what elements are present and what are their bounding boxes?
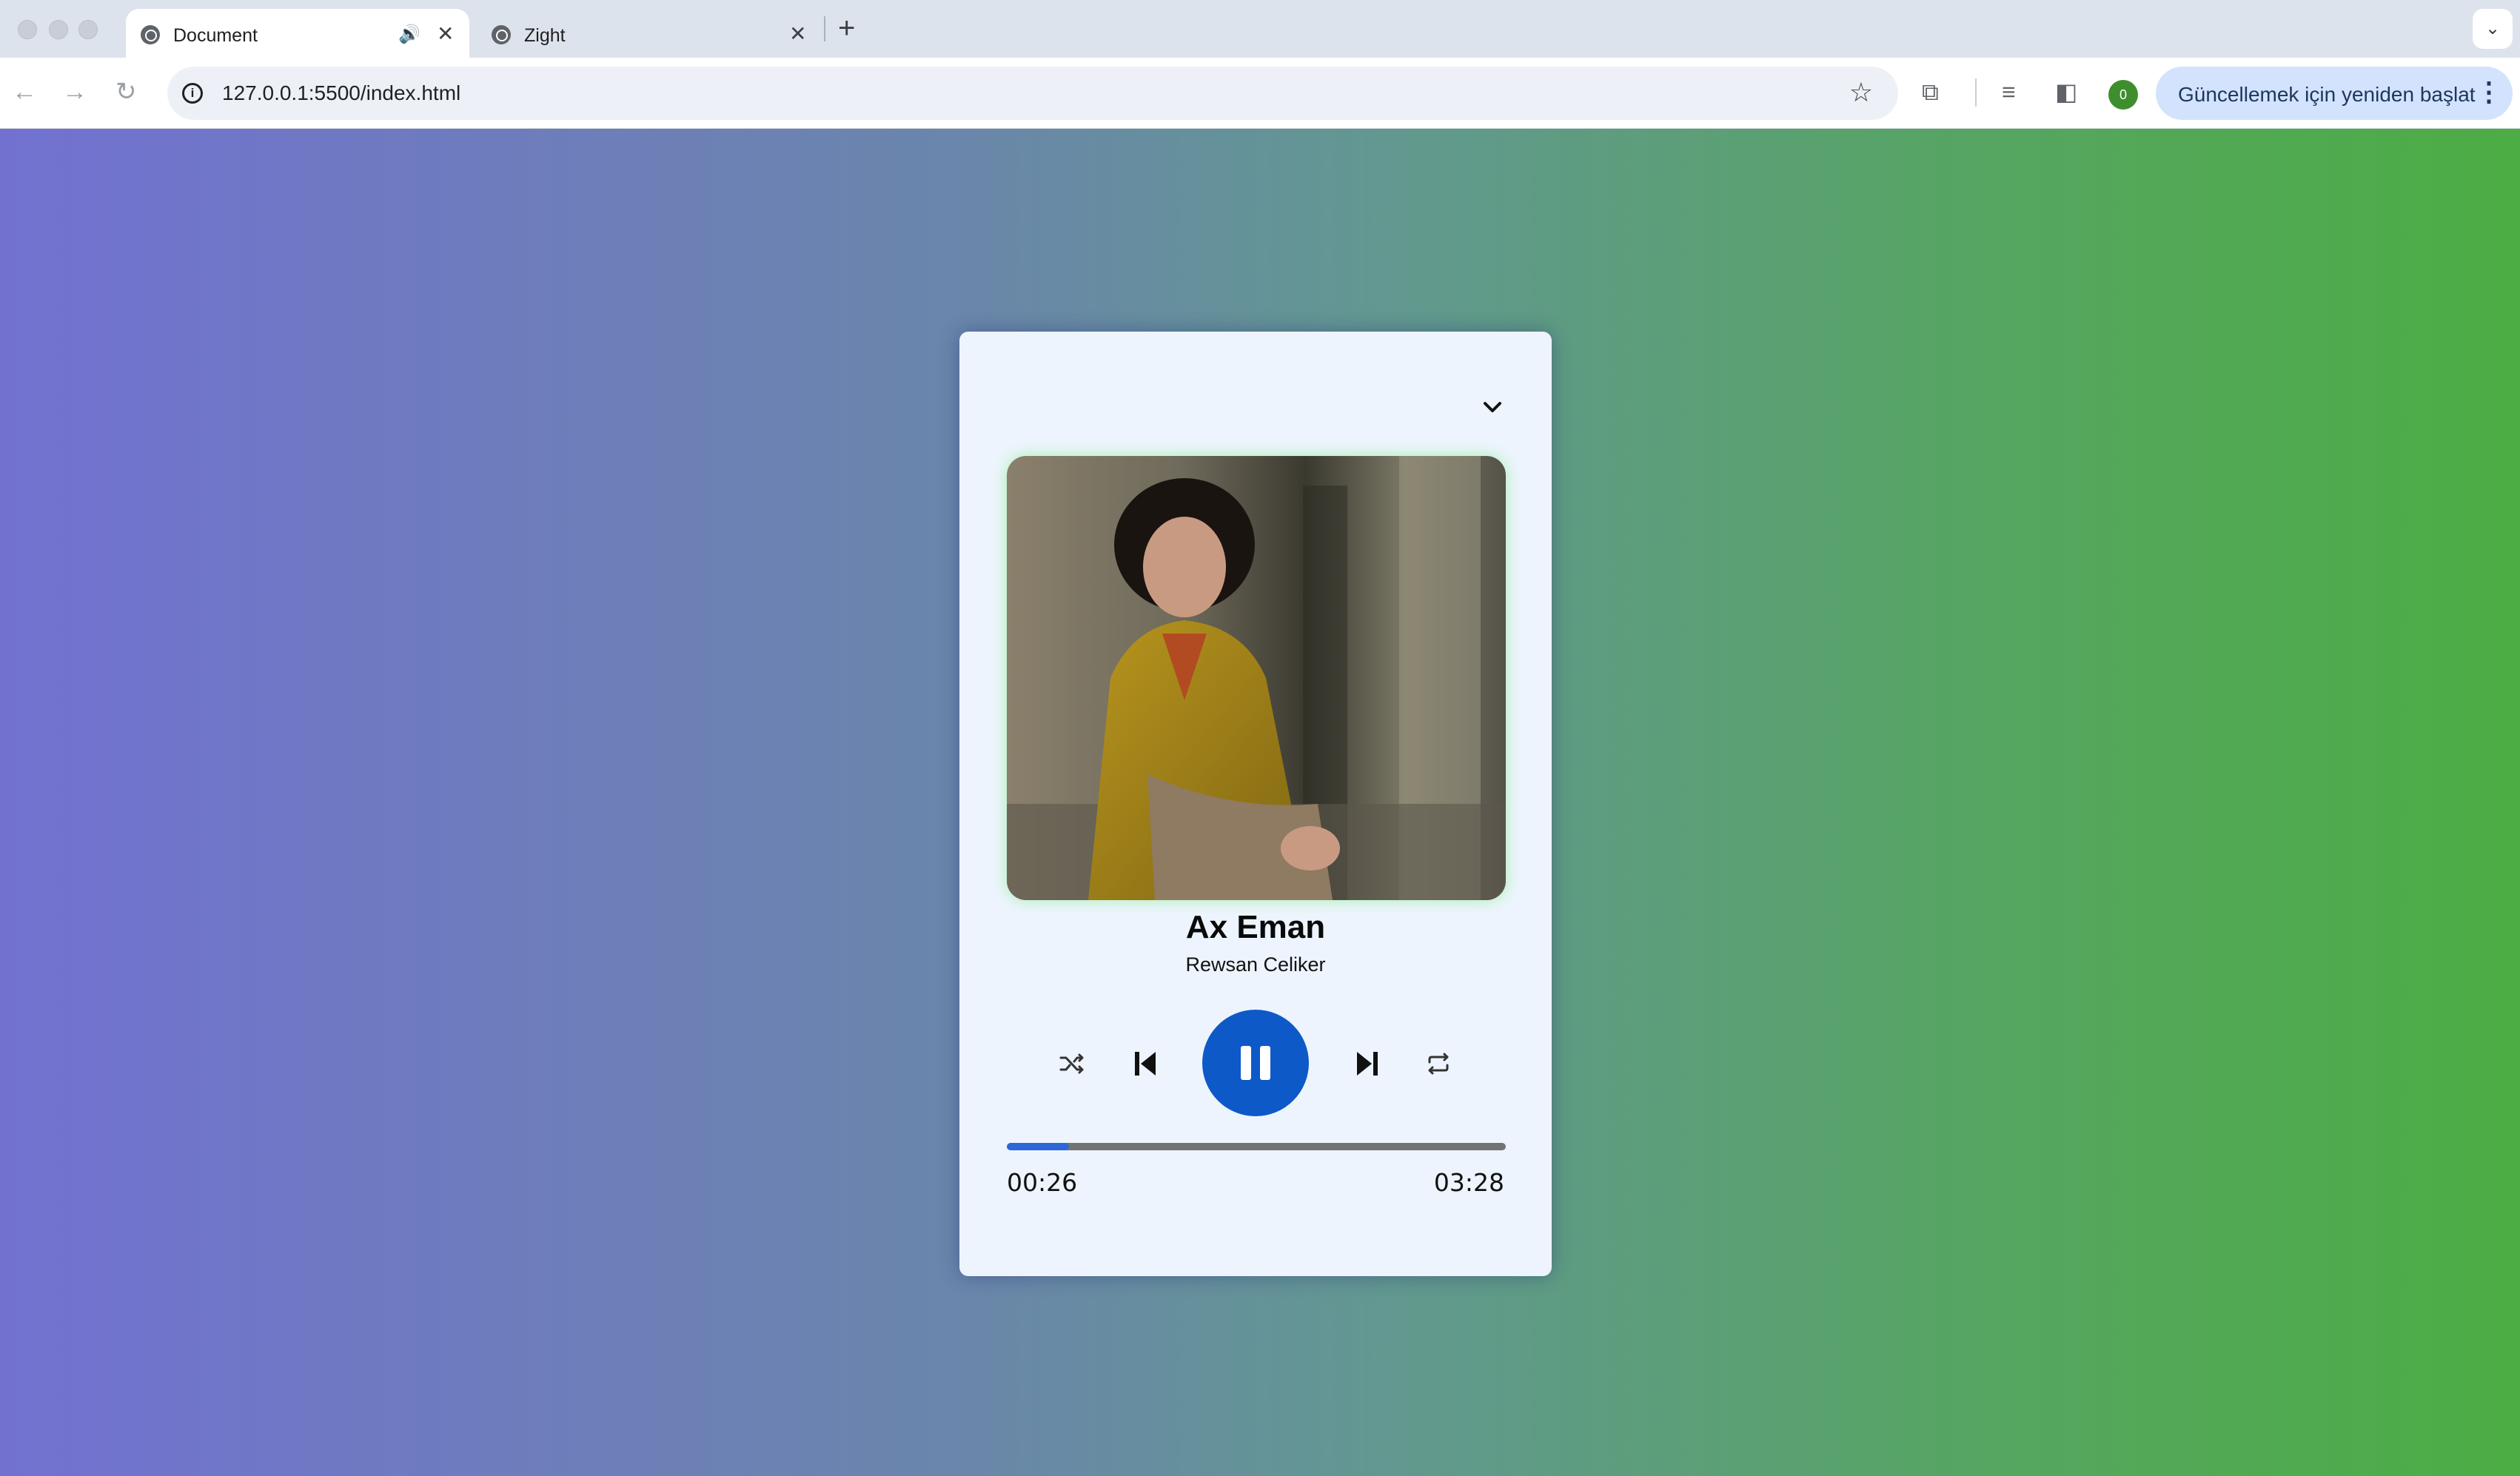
- shuffle-icon[interactable]: [1056, 1047, 1090, 1081]
- side-panel-icon[interactable]: ◧: [2055, 77, 2077, 107]
- pause-icon: [1260, 1046, 1270, 1080]
- song-artist: Rewsan Celiker: [1185, 953, 1326, 976]
- current-time: 00:26: [1007, 1168, 1078, 1197]
- browser-toolbar: ← → ↻ i 127.0.0.1:5500/index.html ☆ ⧉ ≡ …: [0, 58, 2520, 129]
- tab-close-icon[interactable]: ✕: [789, 24, 806, 44]
- bookmark-star-icon[interactable]: ☆: [1849, 77, 1873, 108]
- tab-divider: [824, 16, 825, 41]
- back-arrow-icon[interactable]: ←: [12, 76, 37, 108]
- globe-icon: [492, 25, 511, 44]
- tab-close-icon[interactable]: ✕: [437, 24, 454, 44]
- repeat-icon[interactable]: [1421, 1047, 1455, 1081]
- url-text[interactable]: 127.0.0.1:5500/index.html: [222, 81, 460, 105]
- album-art: [1007, 456, 1506, 900]
- progress-fill: [1007, 1143, 1070, 1150]
- site-info-icon[interactable]: i: [182, 83, 203, 104]
- pause-icon: [1241, 1046, 1251, 1080]
- window-zoom-dot[interactable]: [78, 20, 98, 39]
- chevron-down-icon[interactable]: [1478, 392, 1507, 422]
- profile-avatar[interactable]: 0: [2108, 80, 2138, 110]
- tab-document[interactable]: Document 🔊 ✕: [126, 9, 469, 58]
- progress-bar[interactable]: [1007, 1143, 1506, 1150]
- more-menu-icon[interactable]: ⋮: [2476, 77, 2502, 107]
- toolbar-divider: [1975, 78, 1977, 107]
- new-tab-button[interactable]: +: [838, 12, 855, 44]
- window-close-dot[interactable]: [18, 20, 37, 39]
- page-viewport: Ax Eman Rewsan Celiker 00:26 03:28: [0, 129, 2520, 1476]
- media-controls-icon[interactable]: ≡: [2002, 77, 2016, 107]
- extensions-icon[interactable]: ⧉: [1922, 77, 1939, 107]
- pause-button[interactable]: [1202, 1010, 1309, 1116]
- address-bar[interactable]: i 127.0.0.1:5500/index.html ☆: [167, 67, 1898, 120]
- update-button-label: Güncellemek için yeniden başlat: [2178, 83, 2476, 106]
- forward-arrow-icon[interactable]: →: [62, 76, 87, 108]
- music-player-card: Ax Eman Rewsan Celiker 00:26 03:28: [959, 332, 1552, 1276]
- browser-tab-bar: Document 🔊 ✕ Zight ✕ + ⌄: [0, 0, 2520, 58]
- speaker-icon[interactable]: 🔊: [398, 24, 420, 45]
- relaunch-update-button[interactable]: Güncellemek için yeniden başlat ⋮: [2156, 67, 2513, 120]
- tab-search-button[interactable]: ⌄: [2473, 9, 2513, 49]
- tab-zight[interactable]: Zight ✕: [477, 9, 814, 58]
- song-title: Ax Eman: [1185, 909, 1326, 945]
- next-icon[interactable]: [1347, 1044, 1387, 1084]
- previous-icon[interactable]: [1125, 1044, 1165, 1084]
- total-time: 03:28: [1433, 1168, 1504, 1197]
- window-minimize-dot[interactable]: [49, 20, 68, 39]
- tab-title: Document: [173, 25, 258, 46]
- reload-icon[interactable]: ↻: [115, 76, 137, 108]
- tab-title: Zight: [524, 25, 566, 46]
- globe-icon: [141, 25, 160, 44]
